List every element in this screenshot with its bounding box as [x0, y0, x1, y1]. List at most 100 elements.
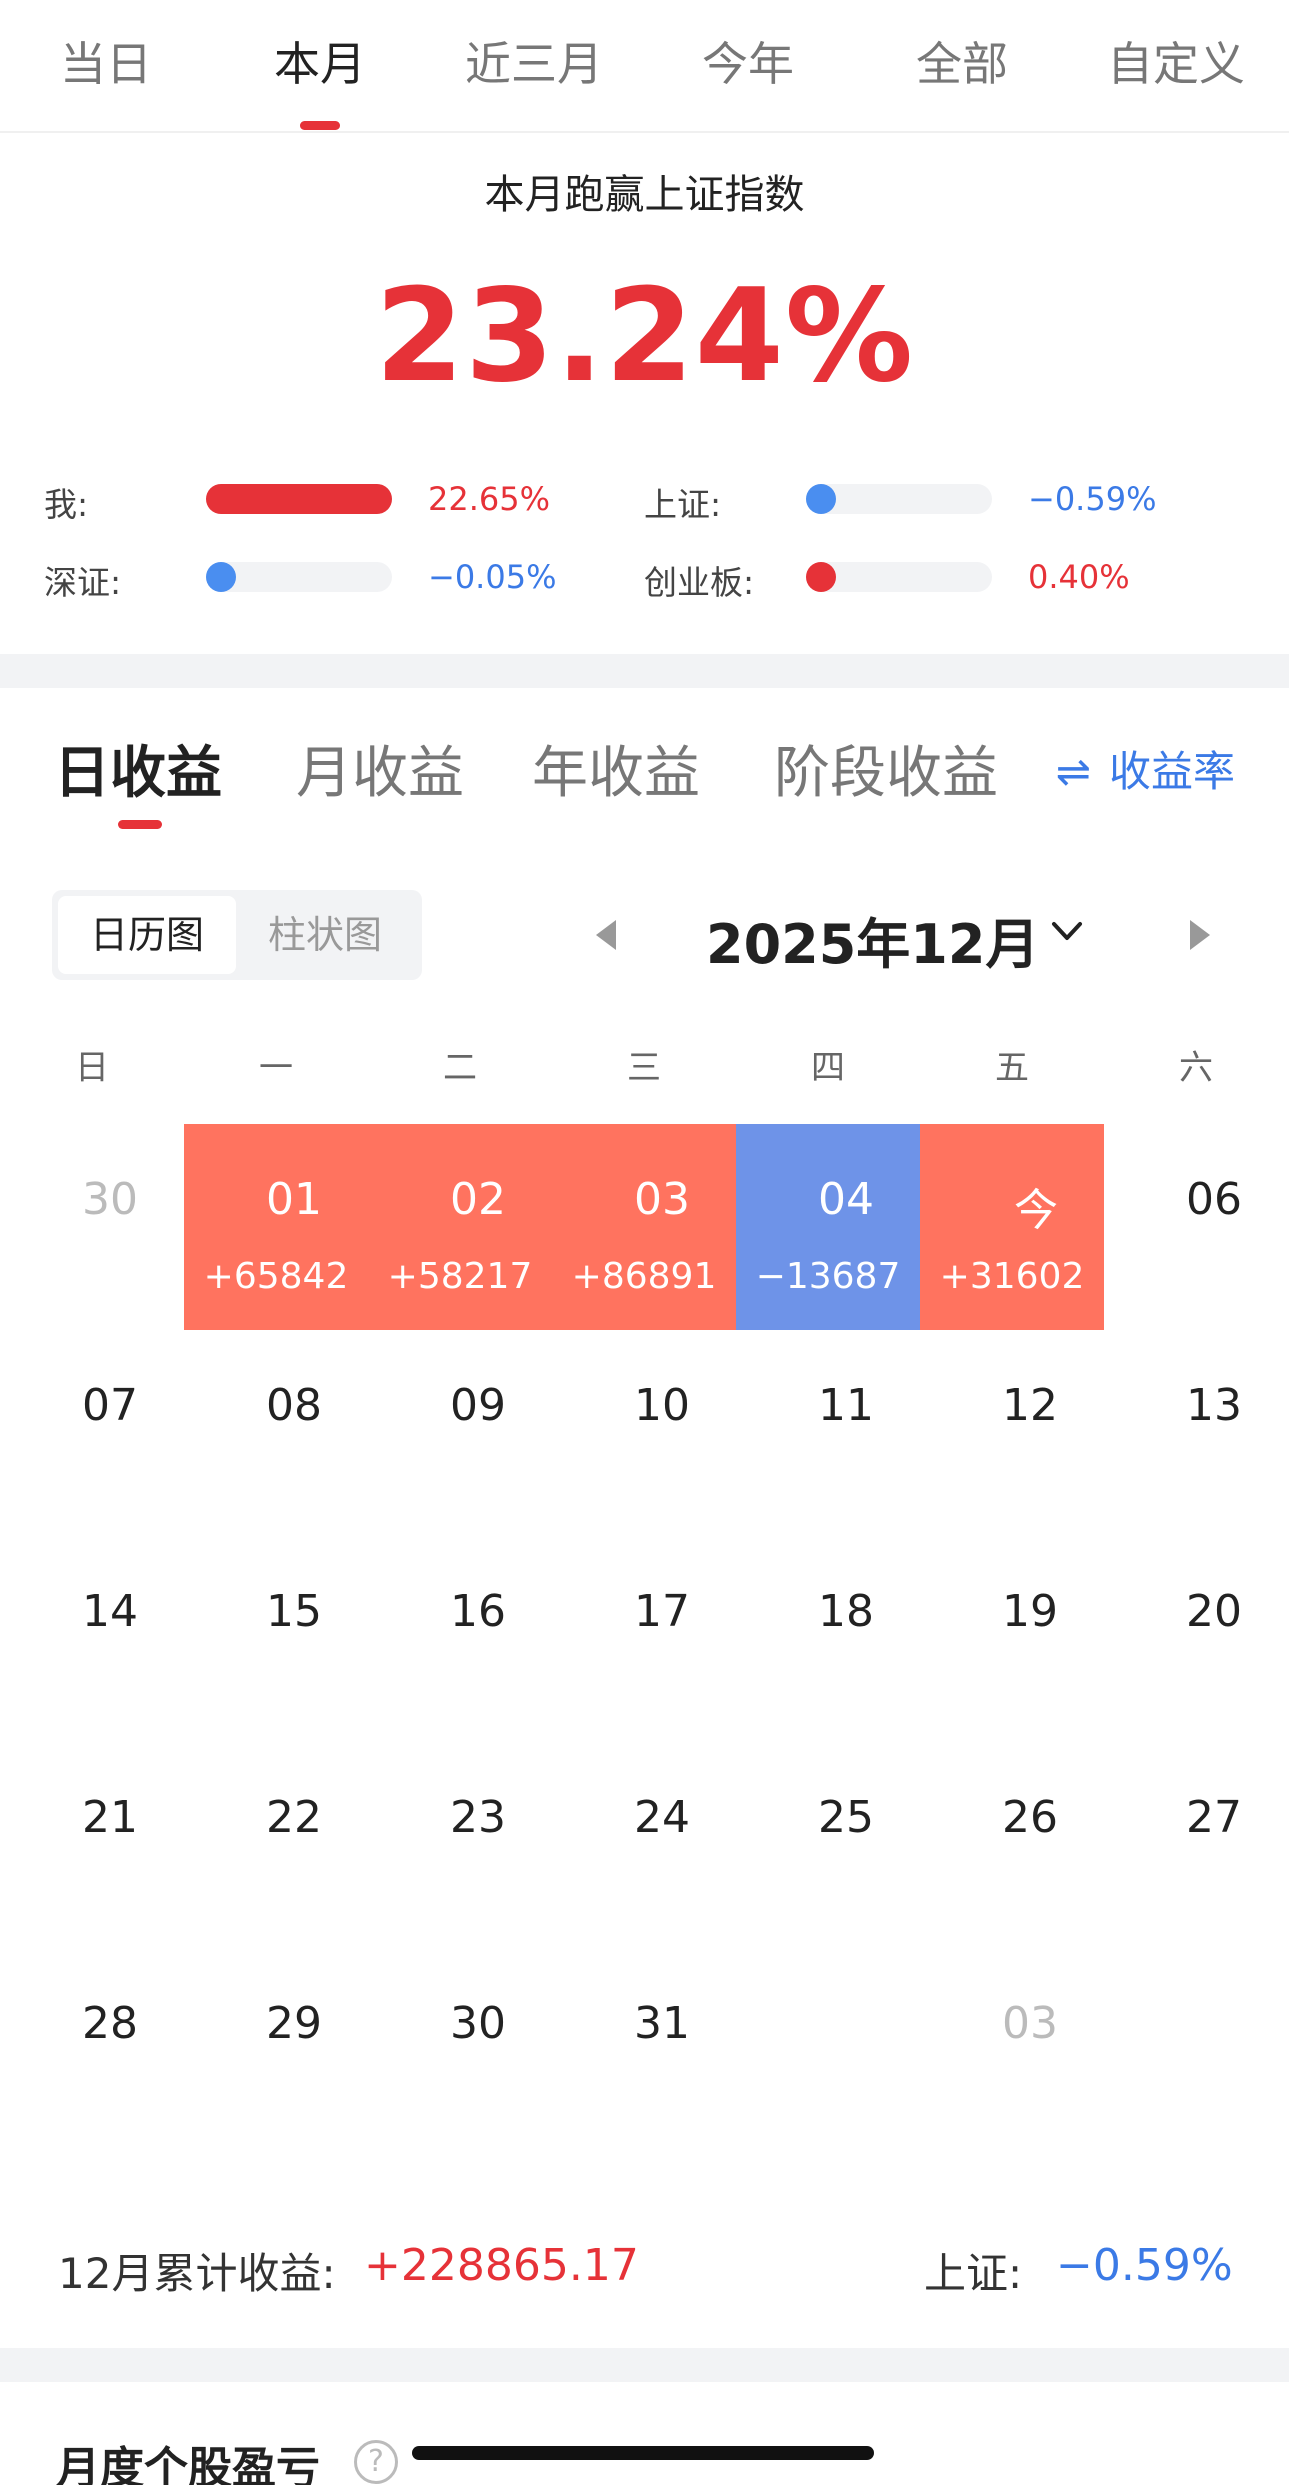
calendar-day-cell[interactable]: 21: [0, 1742, 184, 1948]
comparison-value-chinext: 0.40%: [1028, 558, 1130, 596]
calendar-day-cell[interactable]: 今 +31602: [920, 1124, 1104, 1330]
weekday-tue: 二: [443, 1048, 477, 1088]
calendar-day-cell[interactable]: 30: [368, 1948, 552, 2154]
weekday-mon: 一: [259, 1048, 293, 1088]
weekday-wed: 三: [627, 1048, 661, 1088]
tab-yearly-income[interactable]: 年收益: [532, 728, 700, 809]
active-tab-indicator: [118, 820, 162, 829]
prev-month-icon[interactable]: [596, 920, 616, 950]
calendar-day-number: 11: [818, 1380, 874, 1431]
section-divider: [0, 2348, 1289, 2382]
calendar-day-number: 01: [266, 1174, 322, 1225]
calendar-day-number: 30: [450, 1998, 506, 2049]
tab-today[interactable]: 当日: [11, 28, 201, 94]
next-month-icon[interactable]: [1190, 920, 1210, 950]
calendar-day-number: 16: [450, 1586, 506, 1637]
calendar-day-cell[interactable]: 01 +65842: [184, 1124, 368, 1330]
tab-period-income[interactable]: 阶段收益: [774, 728, 998, 809]
calendar-day-number: 02: [450, 1174, 506, 1225]
calendar-day-cell[interactable]: 18: [736, 1536, 920, 1742]
calendar-day-cell[interactable]: 28: [0, 1948, 184, 2154]
tab-label: 当日: [60, 37, 152, 91]
calendar-day-cell[interactable]: 12: [920, 1330, 1104, 1536]
calendar-day-cell[interactable]: 19: [920, 1536, 1104, 1742]
calendar-day-cell[interactable]: 22: [184, 1742, 368, 1948]
tab-label: 近三月: [465, 37, 603, 91]
active-tab-indicator: [300, 121, 340, 130]
month-label[interactable]: 2025年12月: [706, 900, 1039, 979]
weekday-thu: 四: [811, 1048, 845, 1088]
calendar-day-number: 18: [818, 1586, 874, 1637]
period-tabs: 当日 本月 近三月 今年 全部 自定义: [0, 0, 1289, 133]
tab-daily-income[interactable]: 日收益: [54, 728, 222, 809]
calendar-day-cell[interactable]: 25: [736, 1742, 920, 1948]
calendar-day-number: 03: [634, 1174, 690, 1225]
tab-label: 全部: [916, 37, 1008, 91]
home-indicator: [412, 2446, 874, 2460]
calendar-day-number: 20: [1186, 1586, 1242, 1637]
tab-label: 今年: [702, 37, 794, 91]
section-divider: [0, 654, 1289, 688]
comparison-bar-fill: [206, 484, 392, 514]
calendar-day-cell[interactable]: 16: [368, 1536, 552, 1742]
calendar-day-cell[interactable]: 07: [0, 1330, 184, 1536]
calendar-day-cell[interactable]: 23: [368, 1742, 552, 1948]
tab-label: 自定义: [1107, 37, 1245, 91]
calendar-day-number: 22: [266, 1792, 322, 1843]
calendar-day-cell[interactable]: 06: [1104, 1124, 1288, 1330]
calendar-day-cell[interactable]: 24: [552, 1742, 736, 1948]
comparison-bar-chinext: [806, 562, 992, 592]
calendar-day-cell[interactable]: 15: [184, 1536, 368, 1742]
calendar-day-number: 27: [1186, 1792, 1242, 1843]
tab-this-month[interactable]: 本月: [225, 28, 415, 130]
calendar-day-cell[interactable]: 31: [552, 1948, 736, 2154]
calendar-day-cell[interactable]: 20: [1104, 1536, 1288, 1742]
calendar-day-cell[interactable]: 02 +58217: [368, 1124, 552, 1330]
tab-this-year[interactable]: 今年: [653, 28, 843, 94]
rate-toggle-button[interactable]: ⇌ 收益率: [1056, 738, 1235, 799]
calendar-day-cell[interactable]: 03: [920, 1948, 1104, 2154]
calendar-day-cell[interactable]: 08: [184, 1330, 368, 1536]
calendar-day-pnl: +86891: [571, 1256, 717, 1297]
weekday-fri: 五: [995, 1048, 1029, 1088]
calendar-day-cell[interactable]: 26: [920, 1742, 1104, 1948]
calendar-day-number: 06: [1186, 1174, 1242, 1225]
calendar-day-number: 31: [634, 1998, 690, 2049]
comparison-bar-shenzhen: [206, 562, 392, 592]
beat-index-value: 23.24%: [374, 262, 915, 411]
calendar-view-button[interactable]: 日历图: [58, 896, 236, 974]
calendar-day-number: 29: [266, 1998, 322, 2049]
calendar-day-cell[interactable]: 11: [736, 1330, 920, 1536]
shanghai-label: 上证:: [924, 2249, 1023, 2298]
tab-last-three-months[interactable]: 近三月: [439, 28, 629, 94]
chevron-down-icon[interactable]: [1050, 914, 1084, 948]
comparison-bar-fill: [206, 562, 236, 592]
help-icon[interactable]: ?: [354, 2440, 398, 2484]
section-title: 月度个股盈亏: [56, 2443, 320, 2485]
calendar-day-number: 04: [818, 1174, 874, 1225]
calendar-day-cell[interactable]: 03 +86891: [552, 1124, 736, 1330]
tab-all[interactable]: 全部: [867, 28, 1057, 94]
calendar-day-number: 03: [1002, 1998, 1058, 2049]
calendar-day-cell[interactable]: 04 −13687: [736, 1124, 920, 1330]
calendar-day-cell[interactable]: 09: [368, 1330, 552, 1536]
tab-monthly-income[interactable]: 月收益: [296, 728, 464, 809]
calendar-day-cell[interactable]: 14: [0, 1536, 184, 1742]
shanghai-value: −0.59%: [1056, 2240, 1233, 2291]
comparison-label-shenzhen: 深证:: [44, 563, 122, 602]
bar-view-button[interactable]: 柱状图: [236, 896, 414, 974]
calendar-day-cell[interactable]: 13: [1104, 1330, 1288, 1536]
calendar-day-number: 19: [1002, 1586, 1058, 1637]
calendar-day-cell[interactable]: 29: [184, 1948, 368, 2154]
comparison-label-shanghai: 上证:: [644, 485, 722, 524]
calendar-day-cell[interactable]: 30: [0, 1124, 184, 1330]
tab-custom[interactable]: 自定义: [1081, 28, 1271, 94]
calendar-day-number: 09: [450, 1380, 506, 1431]
tab-label: 本月: [274, 37, 366, 91]
calendar-day-number: 25: [818, 1792, 874, 1843]
weekday-sun: 日: [75, 1048, 109, 1088]
calendar-day-cell[interactable]: 10: [552, 1330, 736, 1536]
calendar-day-cell[interactable]: 27: [1104, 1742, 1288, 1948]
calendar-day-number: 28: [82, 1998, 138, 2049]
calendar-day-cell[interactable]: 17: [552, 1536, 736, 1742]
